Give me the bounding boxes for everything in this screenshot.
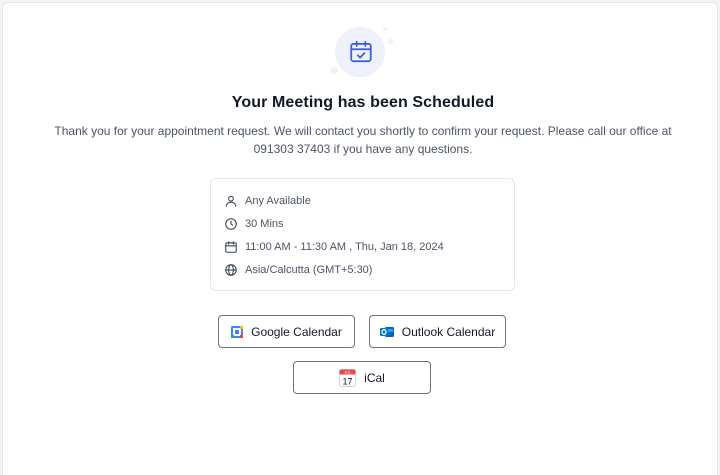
hero-illustration: [325, 23, 399, 79]
detail-timezone: Asia/Calcutta (GMT+5:30): [224, 262, 372, 278]
detail-staff: Any Available: [224, 193, 311, 209]
outlook-calendar-label: Outlook Calendar: [401, 324, 496, 339]
detail-datetime-label: 11:00 AM - 11:30 AM , Thu, Jan 18, 2024: [245, 241, 444, 253]
clock-icon: [224, 217, 238, 231]
svg-text:JUL: JUL: [344, 370, 350, 374]
outlook-icon: [379, 326, 394, 338]
hero-dot: [331, 67, 338, 74]
person-icon: [224, 194, 238, 208]
detail-duration-label: 30 Mins: [245, 218, 284, 230]
detail-staff-label: Any Available: [245, 195, 311, 207]
confirmation-card: Your Meeting has been Scheduled Thank yo…: [2, 2, 718, 475]
detail-datetime: 11:00 AM - 11:30 AM , Thu, Jan 18, 2024: [224, 239, 444, 255]
confirmation-message: Thank you for your appointment request. …: [54, 124, 672, 156]
ical-icon: JUL 17: [339, 368, 357, 387]
svg-text:17: 17: [343, 376, 353, 386]
outlook-calendar-button[interactable]: Outlook Calendar: [369, 315, 506, 348]
hero-dot: [383, 27, 387, 31]
google-calendar-label: Google Calendar: [251, 324, 342, 339]
globe-icon: [224, 263, 238, 277]
detail-duration: 30 Mins: [224, 216, 284, 232]
calendar-check-icon: [350, 40, 372, 63]
google-calendar-icon: [231, 325, 244, 338]
page-title: Your Meeting has been Scheduled: [231, 94, 495, 111]
detail-timezone-label: Asia/Calcutta (GMT+5:30): [245, 264, 373, 276]
ical-label: iCal: [364, 370, 385, 385]
hero-dot: [388, 39, 393, 44]
google-calendar-button[interactable]: Google Calendar: [218, 315, 355, 348]
appointment-details: Any Available 30 Mins 11:00 AM - 11:30 A…: [210, 178, 515, 291]
ical-button[interactable]: JUL 17 iCal: [293, 361, 431, 394]
calendar-icon: [224, 240, 238, 254]
